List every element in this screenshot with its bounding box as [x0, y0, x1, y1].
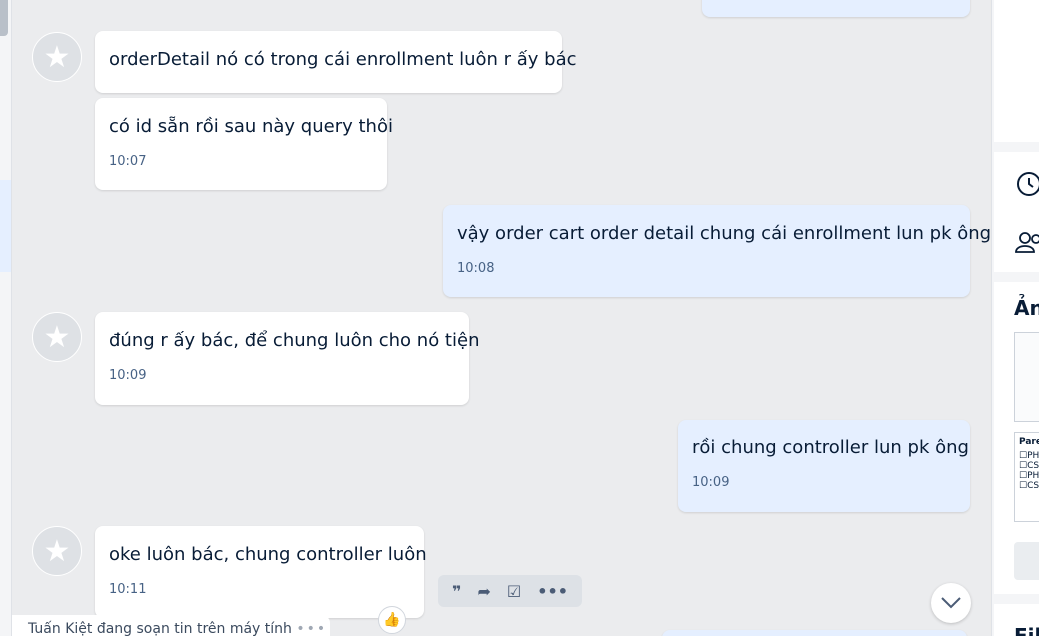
more-icon[interactable]: ••• [537, 582, 568, 601]
previous-outgoing-bubble [702, 0, 970, 17]
message-bubble-incoming[interactable]: orderDetail nó có trong cái enrollment l… [95, 31, 577, 93]
media-section: Ảnh Pare ☐PH ☐CS ☐PH ☐CS [994, 282, 1039, 594]
chevron-down-icon [941, 597, 961, 609]
chat-area: ★ orderDetail nó có trong cái enrollment… [12, 0, 990, 636]
scroll-to-bottom-button[interactable] [931, 583, 971, 623]
selected-conversation-highlight[interactable] [0, 180, 11, 272]
message-time: 10:11 [109, 582, 147, 597]
star-icon: ★ [43, 319, 71, 355]
message-text: vậy order cart order detail chung cái en… [457, 223, 990, 244]
media-thumbnail[interactable] [1014, 332, 1039, 422]
alarm-clock-icon[interactable] [1014, 168, 1039, 198]
message-text: oke luôn bác, chung controller luôn [109, 544, 427, 565]
star-icon: ★ [43, 39, 71, 75]
message-bubble-outgoing[interactable]: vậy order cart order detail chung cái en… [443, 205, 990, 297]
quote-icon[interactable]: ❞ [452, 582, 461, 601]
message-time: 10:07 [109, 154, 147, 169]
conversation-info-panel: Ảnh Pare ☐PH ☐CS ☐PH ☐CS File [991, 0, 1039, 636]
next-outgoing-bubble [662, 630, 967, 636]
media-section-title: Ảnh [1014, 296, 1039, 320]
typing-indicator: Tuấn Kiệt đang soạn tin trên máy tính ••… [12, 615, 330, 636]
message-text: có id sẵn rồi sau này query thôi [109, 116, 393, 137]
thumbs-up-icon: 👍 [383, 612, 401, 628]
list-scrollbar-thumb[interactable] [0, 0, 8, 36]
star-icon: ★ [43, 533, 71, 569]
like-reaction-button[interactable]: 👍 [378, 606, 406, 634]
document-thumbnail[interactable]: Pare ☐PH ☐CS ☐PH ☐CS [1014, 432, 1039, 522]
message-time: 10:09 [692, 475, 730, 490]
files-section: File [994, 604, 1039, 636]
message-bubble-incoming[interactable]: có id sẵn rồi sau này query thôi 10:07 [95, 98, 393, 190]
message-bubble-incoming[interactable]: đúng r ấy bác, để chung luôn cho nó tiện… [95, 312, 480, 405]
task-icon[interactable]: ☑ [507, 582, 521, 601]
message-time: 10:09 [109, 368, 147, 383]
message-bubble-outgoing[interactable]: rồi chung controller lun pk ông 10:09 [678, 420, 970, 512]
contact-avatar[interactable]: ★ [32, 312, 82, 362]
view-all-media-button[interactable] [1014, 542, 1039, 580]
message-action-toolbar: ❞ ➦ ☑ ••• [438, 575, 582, 607]
conversation-list-edge [0, 0, 12, 636]
group-icon[interactable] [1014, 230, 1039, 256]
message-bubble-incoming[interactable]: oke luôn bác, chung controller luôn 10:1… [95, 526, 427, 618]
info-header-block [994, 0, 1039, 142]
message-text: đúng r ấy bác, để chung luôn cho nó tiện [109, 330, 480, 351]
files-section-title: File [1014, 624, 1039, 636]
contact-avatar[interactable]: ★ [32, 32, 82, 82]
contact-avatar[interactable]: ★ [32, 526, 82, 576]
message-text: rồi chung controller lun pk ông [692, 437, 969, 458]
reminder-section [994, 152, 1039, 272]
forward-icon[interactable]: ➦ [477, 582, 490, 601]
message-time: 10:08 [457, 261, 495, 276]
message-text: orderDetail nó có trong cái enrollment l… [109, 49, 577, 70]
